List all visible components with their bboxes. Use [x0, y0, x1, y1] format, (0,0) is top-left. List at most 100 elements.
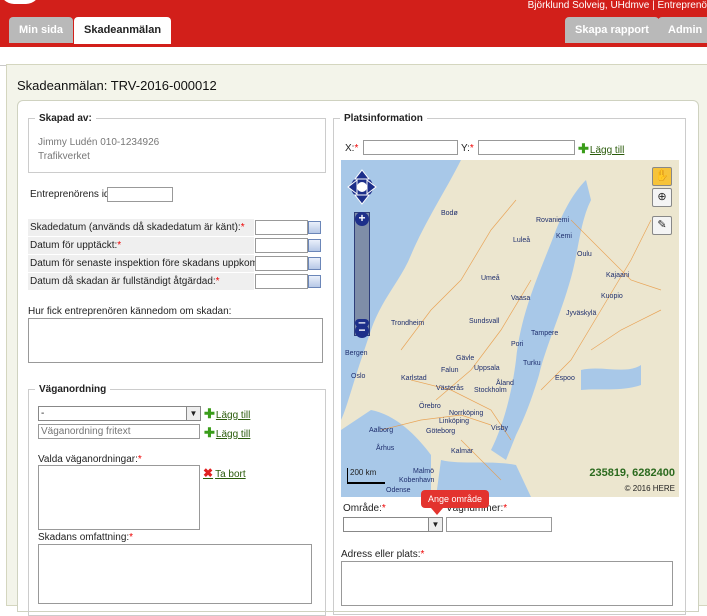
created-by-legend: Skapad av:: [39, 113, 92, 124]
fixed-date-label: Datum då skadan är fullständigt åtgärdad…: [30, 276, 220, 287]
discovery-date-input[interactable]: [255, 238, 308, 253]
map-label: Tampere: [531, 330, 558, 337]
plus-icon: ✚: [204, 425, 215, 440]
map-label: Malmö: [413, 468, 434, 475]
map-label: Visby: [491, 425, 508, 432]
map-label: Bodø: [441, 210, 458, 217]
tab-min-sida[interactable]: Min sida: [9, 17, 74, 43]
calendar-icon[interactable]: [308, 221, 321, 234]
close-icon: ✖: [203, 466, 214, 480]
address-label: Adress eller plats:*: [341, 549, 425, 560]
extent-textarea[interactable]: [38, 544, 312, 604]
map-view[interactable]: Bodø Rovaniemi Kemi Luleå Oulu Kajaani J…: [341, 160, 679, 497]
zoom-out-icon[interactable]: −: [355, 324, 369, 338]
map-label: Trondheim: [391, 320, 424, 327]
brand-logo: [0, 0, 40, 4]
map-canvas: Bodø Rovaniemi Kemi Luleå Oulu Kajaani J…: [341, 160, 679, 497]
extent-label: Skadans omfattning:*: [38, 532, 134, 543]
map-label: Jyväskylä: [566, 310, 596, 317]
measure-icon[interactable]: ✎: [652, 216, 672, 235]
tab-skapa-rapport[interactable]: Skapa rapport: [565, 17, 659, 43]
y-coordinate-input[interactable]: [478, 140, 575, 155]
y-label: Y:*: [461, 143, 474, 154]
area-tooltip: Ange område: [421, 490, 490, 515]
road-arrangement-select[interactable]: - ▼: [38, 406, 201, 421]
damage-date-input[interactable]: [255, 220, 308, 235]
add-location-link[interactable]: ✚Lägg till: [578, 141, 624, 157]
plus-icon: ✚: [578, 141, 589, 156]
top-bar: Björklund Solveig, UHdmve | Entreprenö M…: [0, 0, 707, 47]
map-label: Odense: [386, 487, 411, 494]
road-number-input[interactable]: [446, 517, 552, 532]
selected-arrangements-label: Valda väganordningar:*: [38, 454, 142, 465]
map-label: Karlstad: [401, 375, 427, 382]
user-info: Björklund Solveig, UHdmve | Entreprenö: [527, 0, 707, 11]
map-label: Bergen: [345, 350, 368, 357]
fixed-date-input[interactable]: [255, 274, 308, 289]
x-coordinate-input[interactable]: [363, 140, 458, 155]
awareness-textarea[interactable]: [28, 318, 323, 363]
calendar-icon[interactable]: [308, 257, 321, 270]
map-label: Turku: [523, 360, 541, 367]
last-inspection-label: Datum för senaste inspektion före skadan…: [30, 258, 272, 269]
tab-admin[interactable]: Admin: [658, 17, 707, 43]
add-freetext-link[interactable]: ✚Lägg till: [204, 425, 250, 441]
map-scale: 200 km: [347, 468, 385, 484]
contractor-id-label: Entreprenörens id:: [30, 189, 113, 200]
map-copyright: © 2016 HERE: [624, 484, 675, 493]
pan-hand-icon[interactable]: ✋: [652, 167, 672, 186]
map-label: Gävle: [456, 355, 474, 362]
awareness-label: Hur fick entreprenören kännedom om skada…: [28, 306, 232, 317]
map-label: Kuopio: [601, 293, 623, 300]
zoom-box-icon[interactable]: ⊕: [652, 188, 672, 207]
location-legend: Platsinformation: [344, 113, 423, 124]
map-label: Uppsala: [474, 365, 500, 372]
created-by-org: Trafikverket: [38, 151, 90, 162]
road-arrangement-freetext[interactable]: [38, 424, 200, 439]
map-label: Århus: [376, 443, 395, 452]
page-title: Skadeanmälan: TRV-2016-000012: [17, 78, 217, 93]
selected-arrangements-list[interactable]: [38, 465, 200, 530]
map-label: Falun: [441, 367, 459, 374]
map-label: Aalborg: [369, 427, 393, 434]
map-label: Oulu: [577, 251, 592, 258]
address-textarea[interactable]: [341, 561, 673, 606]
x-label: X:*: [345, 143, 359, 154]
map-label: Umeå: [481, 274, 500, 282]
add-road-arrangement-link[interactable]: ✚Lägg till: [204, 406, 250, 422]
created-by-name: Jimmy Ludén 010-1234926: [38, 137, 160, 148]
road-arrangement-legend: Väganordning: [39, 384, 107, 395]
contractor-id-input[interactable]: [107, 187, 173, 202]
map-label: Espoo: [555, 375, 575, 382]
road-arrangement-select-value: -: [41, 408, 45, 419]
map-label: Oslo: [351, 373, 366, 380]
area-select[interactable]: ▼: [343, 517, 443, 532]
map-label: Västerås: [436, 384, 464, 392]
map-label: Kalmar: [451, 448, 474, 455]
map-label: Kemi: [556, 233, 572, 240]
chevron-down-icon: ▼: [186, 407, 200, 420]
map-label: Pori: [511, 341, 524, 348]
map-label: Kajaani: [606, 272, 630, 279]
map-label: Göteborg: [426, 428, 455, 435]
map-coordinates: 235819, 6282400: [589, 467, 675, 479]
map-label: Åland: [496, 378, 514, 387]
tab-skadeanmalan[interactable]: Skadeanmälan: [74, 17, 172, 44]
map-label: Luleå: [513, 236, 530, 244]
remove-arrangement-link[interactable]: ✖ Ta bort: [203, 466, 246, 480]
calendar-icon[interactable]: [308, 275, 321, 288]
map-label: Vaasa: [511, 295, 530, 302]
zoom-in-icon[interactable]: +: [355, 212, 369, 226]
pan-control-icon[interactable]: [347, 168, 377, 206]
area-label: Område:*: [343, 503, 386, 514]
damage-date-label: Skadedatum (används då skadedatum är kän…: [30, 222, 245, 233]
last-inspection-input[interactable]: [255, 256, 308, 271]
map-label: Rovaniemi: [536, 217, 570, 224]
map-label: Kobenhavn: [399, 477, 435, 484]
map-label: Stockholm: [474, 387, 507, 394]
discovery-date-label: Datum för upptäckt:*: [30, 240, 122, 251]
plus-icon: ✚: [204, 406, 215, 421]
map-label: Sundsvall: [469, 318, 500, 325]
map-label: Linköping: [439, 418, 469, 425]
calendar-icon[interactable]: [308, 239, 321, 252]
